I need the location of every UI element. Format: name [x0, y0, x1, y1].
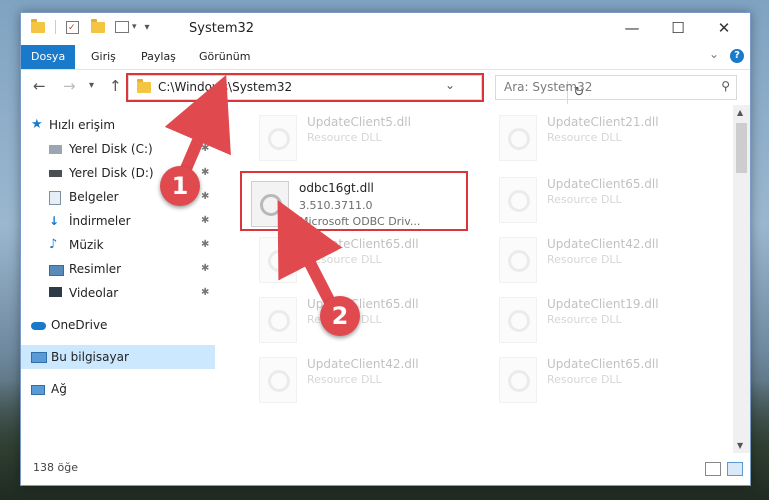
annotation-arrows — [164, 74, 343, 314]
step-badge-1: 1 — [160, 166, 200, 206]
arrow-2 — [277, 199, 343, 314]
step-badge-2: 2 — [320, 296, 360, 336]
